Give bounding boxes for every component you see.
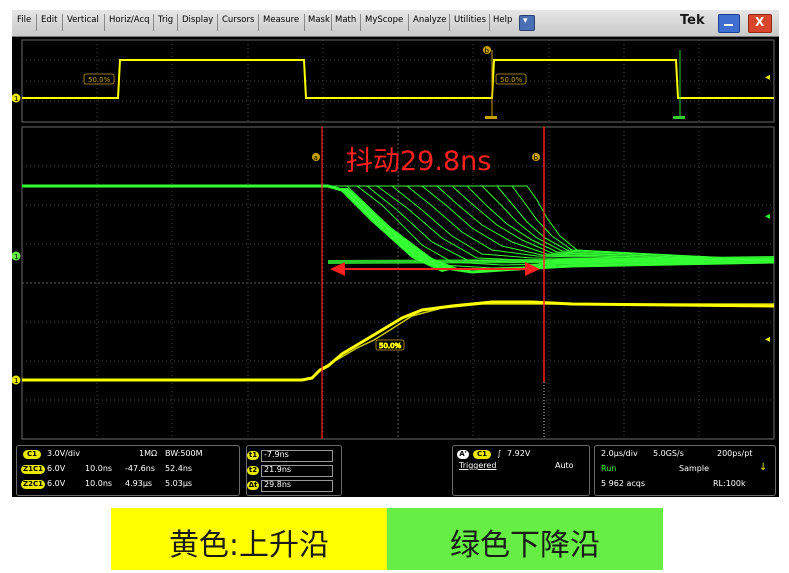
ch1-overview-marker: 1 <box>14 95 18 103</box>
ch1-scale: 3.0V/div <box>47 449 80 458</box>
rising-level-label: 50.0% <box>379 342 402 350</box>
cursor-b-marker: b <box>534 154 539 162</box>
horizontal-scale: 2.0μs/div <box>601 449 638 458</box>
legend-green-label: 绿色下降沿 <box>450 528 600 563</box>
cursor-t2-badge: t2 <box>247 466 259 475</box>
trigger-sweep: Auto <box>555 461 574 470</box>
z1-end: 52.4ns <box>165 464 193 473</box>
cursor-delta-badge: Δt <box>247 481 259 490</box>
legend-yellow: 黄色:上升沿 <box>111 508 387 570</box>
ch1-badge: C1 <box>23 450 41 459</box>
oscilloscope-window: File Edit Vertical Horiz/Acq Trig Displa… <box>12 10 779 497</box>
record-length: RL:100k <box>713 479 746 488</box>
cursor-t1-value: -7.9ns <box>264 450 289 459</box>
z2-start: 4.93μs <box>125 479 153 488</box>
z2-position: 10.0ns <box>85 479 113 488</box>
ch1-main-marker-label: 1 <box>14 377 18 385</box>
trigger-level: 7.92V <box>507 449 531 458</box>
acq-state: Run <box>601 464 617 473</box>
overview-level-label: 50.0% <box>88 76 111 84</box>
legend-green: 绿色下降沿 <box>387 508 663 570</box>
z2-scale: 6.0V <box>47 479 66 488</box>
channel-readout[interactable]: C1 3.0V/div 1MΩ BW:500M Z1C1 6.0V 10.0ns… <box>16 445 240 496</box>
cursor-t1-badge: t1 <box>247 451 259 460</box>
z1-badge: Z1C1 <box>21 465 45 474</box>
green-level-arrow-icon: ◂ <box>765 211 770 222</box>
trigger-status: Triggered <box>459 461 497 470</box>
sample-rate: 5.0GS/s <box>653 449 684 458</box>
trigger-slope-icon: ∫ <box>497 449 502 458</box>
arrow-left-icon <box>330 262 345 276</box>
overview-level-label-2: 50.0% <box>500 76 523 84</box>
acq-indicator-icon: ↓ <box>759 462 768 473</box>
jitter-label: 抖动29.8ns <box>346 146 491 177</box>
ch-green-marker-label: 1 <box>14 253 18 261</box>
yellow-level-arrow-icon: ◂ <box>765 334 770 345</box>
waveform-display: 50.0% 50.0% b 1 ◂ 1 ◂ 50.0% 1 ◂ a b 抖动29… <box>12 39 775 440</box>
overview-graticule <box>21 39 775 123</box>
z1-position: 10.0ns <box>85 464 113 473</box>
trigger-readout[interactable]: A' C1 ∫ 7.92V Triggered Auto <box>452 445 590 496</box>
ch1-bandwidth: BW:500M <box>165 449 203 458</box>
overview-cursor-b-marker: b <box>485 47 490 55</box>
trigger-source-badge: C1 <box>473 450 491 459</box>
ch1-coupling: 1MΩ <box>139 449 158 458</box>
horizontal-readout[interactable]: 2.0μs/div 5.0GS/s 200ps/pt Run Sample ↓ … <box>594 445 776 496</box>
readout-panel: C1 3.0V/div 1MΩ BW:500M Z1C1 6.0V 10.0ns… <box>12 442 779 497</box>
trigger-level-arrow-icon: ◂ <box>765 72 770 83</box>
trigger-mode-badge: A' <box>457 450 469 459</box>
acq-count: 5 962 acqs <box>601 479 645 488</box>
z2-badge: Z2C1 <box>21 480 45 489</box>
z1-start: -47.6ns <box>125 464 155 473</box>
cursor-delta-value: 29.8ns <box>264 480 292 489</box>
z2-end: 5.03μs <box>165 479 193 488</box>
cursor-a-marker: a <box>314 154 318 162</box>
z1-scale: 6.0V <box>47 464 66 473</box>
time-per-point: 200ps/pt <box>717 449 753 458</box>
legend-yellow-label: 黄色:上升沿 <box>168 528 330 563</box>
overview-waveform: 50.0% 50.0% b 1 ◂ <box>12 46 774 119</box>
cursor-t2-value: 21.9ns <box>264 465 292 474</box>
acq-mode: Sample <box>679 464 709 473</box>
cursor-readout[interactable]: t1 -7.9ns t2 21.9ns Δt 29.8ns <box>246 445 342 496</box>
